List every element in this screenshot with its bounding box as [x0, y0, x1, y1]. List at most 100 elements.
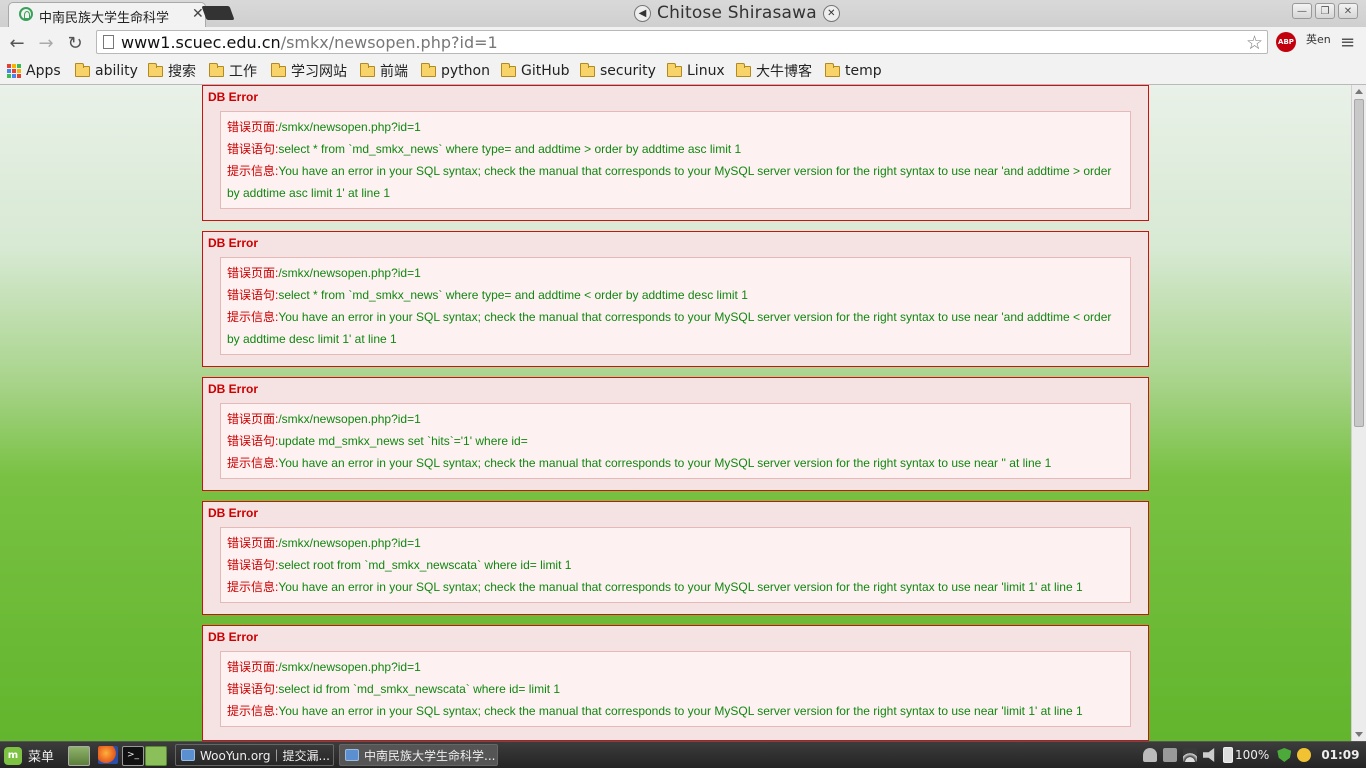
bookmark-folder[interactable]: 前端 [360, 62, 408, 80]
error-page-label: 错误页面: [227, 412, 279, 426]
close-window-button[interactable]: ✕ [1338, 3, 1358, 19]
taskbar-item-scuec[interactable]: 中南民族大学生命科学... [339, 744, 498, 766]
profile-name: Chitose Shirasawa [657, 3, 817, 23]
error-page-row: 错误页面:/smkx/newsopen.php?id=1 [227, 532, 1124, 554]
error-message-label: 提示信息: [227, 704, 279, 718]
tab-title: 中南民族大学生命科学 [39, 11, 170, 26]
bookmark-folder[interactable]: 搜索 [148, 62, 196, 80]
error-page-value: /smkx/newsopen.php?id=1 [278, 536, 421, 550]
db-error-title: DB Error [208, 90, 259, 104]
error-page-label: 错误页面: [227, 120, 279, 134]
bookmark-label: Apps [26, 63, 61, 79]
forward-button[interactable]: → [35, 32, 57, 54]
bookmark-folder[interactable]: GitHub [501, 62, 570, 80]
error-page-row: 错误页面:/smkx/newsopen.php?id=1 [227, 408, 1124, 430]
url-text[interactable]: www1.scuec.edu.cn/smkx/newsopen.php?id=1 [121, 33, 498, 52]
db-error-title: DB Error [208, 506, 259, 520]
os-taskbar: m 菜单 >_ WooYun.org｜提交漏... 中南民族大学生命科学... … [0, 741, 1366, 768]
bookmarks-bar: Apps ability 搜索 工作 学习网站 前端 python GitHub securit… [0, 58, 1366, 85]
db-error-details: 错误页面:/smkx/newsopen.php?id=1 错误语句:select … [220, 527, 1131, 603]
scroll-down-arrow-icon[interactable] [1355, 732, 1363, 737]
url-path: /smkx/newsopen.php?id=1 [280, 33, 498, 52]
db-error-box: DB Error 错误页面:/smkx/newsopen.php?id=1 错误语句… [202, 85, 1149, 221]
chevron-left-icon[interactable]: ◀ [634, 4, 651, 22]
wifi-icon[interactable] [1183, 748, 1197, 762]
bookmark-label: 前端 [380, 64, 408, 80]
error-page-value: /smkx/newsopen.php?id=1 [278, 412, 421, 426]
close-icon[interactable]: ✕ [822, 4, 840, 22]
error-statement-row: 错误语句:select * from `md_smkx_news` where … [227, 284, 1124, 306]
error-message-value: You have an error in your SQL syntax; ch… [278, 580, 1083, 594]
penguin-icon[interactable] [1297, 748, 1312, 762]
taskbar-item-wooyun[interactable]: WooYun.org｜提交漏... [175, 744, 334, 766]
bookmark-folder[interactable]: 大牛博客 [736, 62, 812, 80]
vertical-scrollbar[interactable] [1351, 85, 1366, 741]
error-page-row: 错误页面:/smkx/newsopen.php?id=1 [227, 116, 1124, 138]
clipboard-icon[interactable] [1163, 748, 1177, 762]
maximize-button[interactable]: ❐ [1315, 3, 1335, 19]
show-desktop-icon[interactable] [68, 746, 90, 766]
error-statement-row: 错误语句:update md_smkx_news set `hits`='1' … [227, 430, 1124, 452]
url-host: www1.scuec.edu.cn [121, 33, 281, 52]
bookmark-label: temp [845, 63, 882, 79]
files-folder-icon[interactable] [145, 746, 167, 766]
bookmark-apps[interactable]: Apps [7, 62, 61, 80]
bookmark-folder[interactable]: security [580, 62, 656, 80]
address-bar[interactable]: www1.scuec.edu.cn/smkx/newsopen.php?id=1… [96, 30, 1268, 54]
scroll-up-arrow-icon[interactable] [1355, 89, 1363, 94]
folder-icon [209, 62, 224, 77]
error-message-value: You have an error in your SQL syntax; ch… [278, 456, 1052, 470]
terminal-icon[interactable]: >_ [122, 746, 144, 766]
user-icon[interactable] [1143, 748, 1157, 762]
taskbar-item-label: 中南民族大学生命科学... [364, 748, 496, 763]
page-viewport: DB Error 错误页面:/smkx/newsopen.php?id=1 错误语句… [0, 85, 1351, 741]
error-page-value: /smkx/newsopen.php?id=1 [278, 266, 421, 280]
bookmark-star-icon[interactable]: ☆ [1246, 32, 1263, 54]
bookmark-folder[interactable]: python [421, 62, 490, 80]
bookmark-folder[interactable]: Linux [667, 62, 725, 80]
site-favicon-icon [19, 7, 33, 21]
bookmark-label: security [600, 63, 656, 79]
error-page-row: 错误页面:/smkx/newsopen.php?id=1 [227, 656, 1124, 678]
page-icon [103, 35, 114, 49]
chrome-menu-icon[interactable]: ≡ [1340, 32, 1355, 53]
firefox-icon[interactable] [98, 746, 118, 764]
bookmark-folder[interactable]: 学习网站 [271, 62, 347, 80]
bookmark-folder[interactable]: ability [75, 62, 138, 80]
db-error-details: 错误页面:/smkx/newsopen.php?id=1 错误语句:update … [220, 403, 1131, 479]
db-error-title: DB Error [208, 630, 259, 644]
translate-extension-icon[interactable]: 英en [1306, 31, 1331, 47]
adblock-plus-icon[interactable]: ABP [1276, 32, 1296, 52]
browser-tab[interactable]: 中南民族大学生命科学 ✕ [8, 2, 206, 28]
error-message-label: 提示信息: [227, 310, 279, 324]
reload-button[interactable]: ↻ [64, 32, 86, 54]
window-controls: — ❐ ✕ [1292, 3, 1358, 19]
folder-icon [271, 62, 286, 77]
shield-update-icon[interactable] [1277, 748, 1292, 762]
bookmark-label: 工作 [229, 64, 257, 80]
battery-icon[interactable] [1223, 747, 1233, 763]
db-error-box: DB Error 错误页面:/smkx/newsopen.php?id=1 错误语句… [202, 231, 1149, 367]
db-error-title: DB Error [208, 382, 259, 396]
db-error-box: DB Error 错误页面:/smkx/newsopen.php?id=1 错误语句… [202, 625, 1149, 741]
scrollbar-thumb[interactable] [1354, 99, 1364, 427]
error-message-row: 提示信息:You have an error in your SQL synta… [227, 576, 1124, 598]
minimize-button[interactable]: — [1292, 3, 1312, 19]
folder-icon [825, 62, 840, 77]
volume-icon[interactable] [1203, 748, 1215, 762]
new-tab-button[interactable] [201, 6, 235, 20]
db-error-title: DB Error [208, 236, 259, 250]
bookmark-folder[interactable]: 工作 [209, 62, 257, 80]
error-statement-value: update md_smkx_news set `hits`='1' where… [278, 434, 528, 448]
bookmark-label: python [441, 63, 490, 79]
bookmark-label: GitHub [521, 63, 570, 79]
bookmark-folder[interactable]: temp [825, 62, 882, 80]
error-page-row: 错误页面:/smkx/newsopen.php?id=1 [227, 262, 1124, 284]
db-error-details: 错误页面:/smkx/newsopen.php?id=1 错误语句:select … [220, 257, 1131, 355]
error-message-row: 提示信息:You have an error in your SQL synta… [227, 700, 1124, 722]
start-menu-button[interactable]: m 菜单 [4, 746, 54, 765]
error-message-row: 提示信息:You have an error in your SQL synta… [227, 452, 1124, 474]
profile-switcher[interactable]: ◀ Chitose Shirasawa ✕ [634, 2, 840, 24]
back-button[interactable]: ← [6, 32, 28, 54]
error-message-label: 提示信息: [227, 580, 279, 594]
